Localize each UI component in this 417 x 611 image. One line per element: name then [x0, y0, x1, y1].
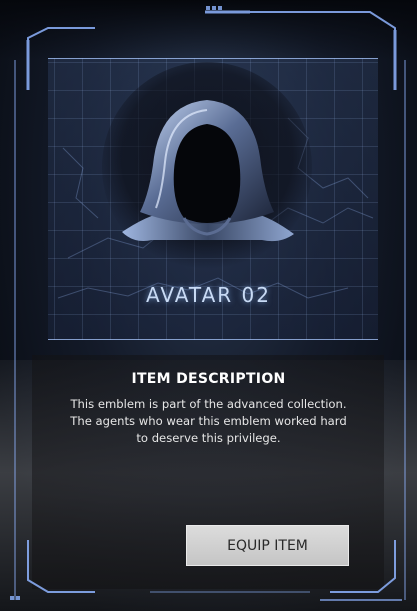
item-card-screen: AVATAR 02 ITEM DESCRIPTION This emblem i…: [0, 0, 417, 611]
card-frame: [10, 6, 406, 601]
